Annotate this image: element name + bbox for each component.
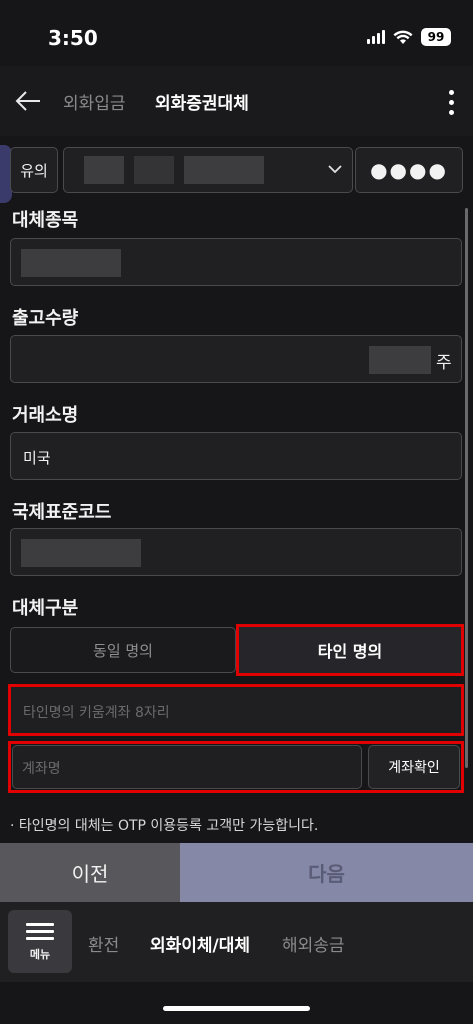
quantity-field[interactable]: 주 bbox=[10, 335, 462, 383]
menu-button[interactable]: 메뉴 bbox=[8, 910, 72, 973]
exchange-value: 미국 bbox=[23, 449, 51, 467]
chevron-down-icon bbox=[328, 165, 342, 174]
hamburger-icon bbox=[26, 923, 54, 926]
quantity-unit: 주 bbox=[436, 353, 452, 373]
nav-item-transfer[interactable]: 외화이체/대체 bbox=[150, 931, 250, 956]
masked-quantity bbox=[369, 346, 431, 374]
masked-account-1 bbox=[84, 156, 124, 184]
option-same-owner[interactable]: 동일 명의 bbox=[10, 627, 236, 673]
signal-icon bbox=[367, 30, 385, 44]
account-select[interactable] bbox=[63, 147, 353, 193]
option-other-owner[interactable]: 타인 명의 bbox=[236, 624, 464, 676]
back-button[interactable] bbox=[8, 83, 48, 119]
account-name-input[interactable]: 계좌명 bbox=[12, 745, 362, 789]
masked-isin bbox=[21, 539, 141, 567]
battery-icon: 99 bbox=[421, 28, 451, 46]
scrollbar[interactable] bbox=[465, 208, 468, 768]
other-account-placeholder: 타인명의 키움계좌 8자리 bbox=[23, 705, 170, 721]
transfer-type-label: 대체구분 bbox=[12, 598, 79, 619]
status-time: 3:50 bbox=[48, 26, 98, 50]
isin-label: 국제표준코드 bbox=[12, 502, 112, 523]
confirm-account-button[interactable]: 계좌확인 bbox=[368, 745, 460, 789]
other-account-input[interactable]: 타인명의 키움계좌 8자리 bbox=[8, 684, 464, 736]
account-password-field[interactable]: ●●●● bbox=[355, 147, 463, 193]
nav-item-remittance[interactable]: 해외송금 bbox=[282, 931, 345, 956]
menu-label: 메뉴 bbox=[29, 948, 51, 961]
masked-account-3 bbox=[184, 156, 264, 184]
exchange-label: 거래소명 bbox=[12, 405, 79, 426]
otp-notice: · 타인명의 대체는 OTP 이용등록 고객만 가능합니다. bbox=[10, 818, 319, 834]
nav-item-exchange[interactable]: 환전 bbox=[88, 931, 119, 956]
exchange-field: 미국 bbox=[10, 432, 462, 480]
next-button[interactable]: 다음 bbox=[180, 843, 473, 902]
account-name-placeholder: 계좌명 bbox=[22, 761, 61, 777]
masked-account-2 bbox=[134, 156, 174, 184]
tab-foreign-stock-transfer[interactable]: 외화증권대체 bbox=[155, 89, 249, 114]
masked-symbol bbox=[21, 249, 121, 277]
symbol-label: 대체종목 bbox=[12, 210, 79, 231]
tab-foreign-deposit[interactable]: 외화입금 bbox=[63, 89, 126, 114]
home-indicator bbox=[163, 1006, 310, 1011]
account-type-button[interactable]: 유의 bbox=[10, 147, 58, 193]
quantity-label: 출고수량 bbox=[12, 308, 79, 329]
prev-button[interactable]: 이전 bbox=[0, 843, 180, 902]
more-menu-icon[interactable] bbox=[439, 82, 463, 122]
wifi-icon bbox=[393, 30, 413, 44]
arrow-left-icon bbox=[15, 91, 40, 111]
symbol-field[interactable] bbox=[10, 238, 462, 286]
status-icons: 99 bbox=[367, 28, 451, 46]
isin-field bbox=[10, 528, 462, 576]
